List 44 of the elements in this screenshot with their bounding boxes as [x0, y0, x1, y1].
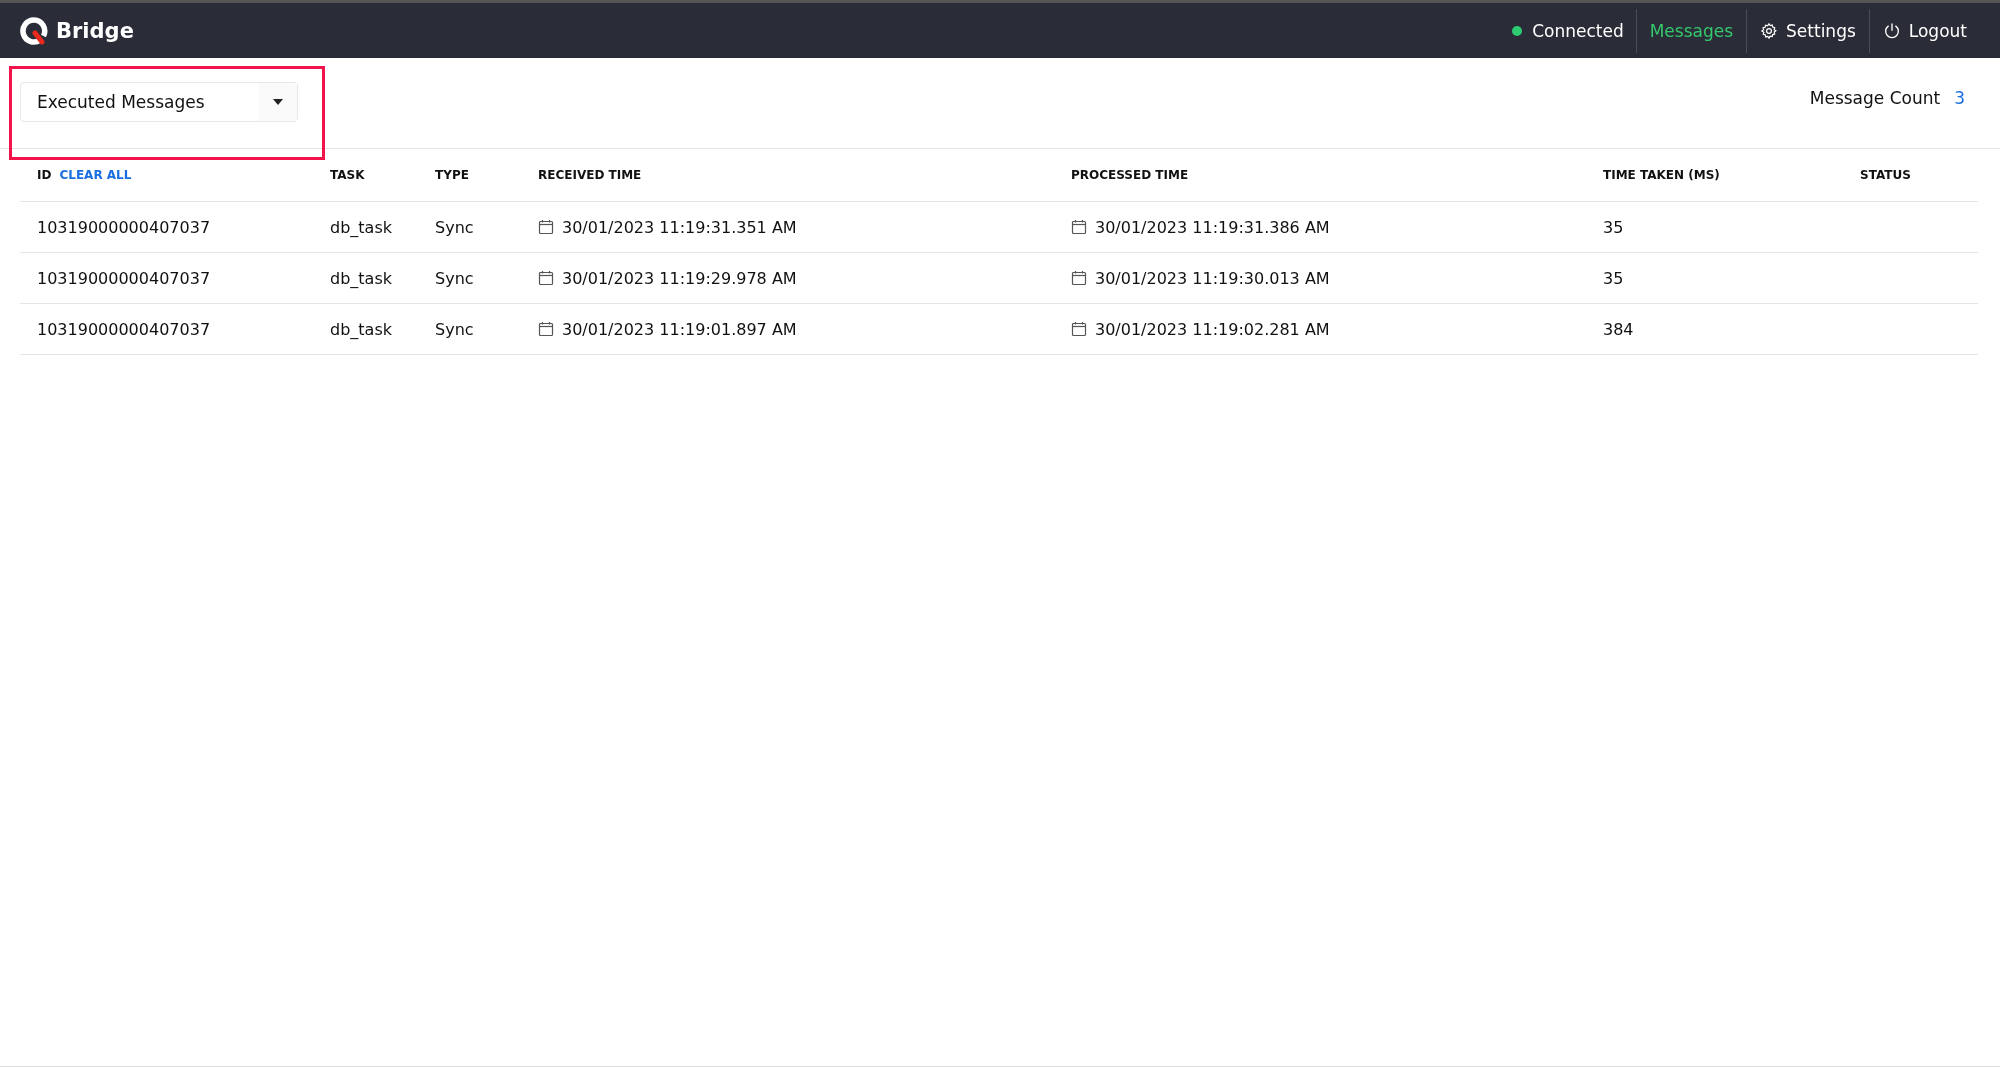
- column-header: TASK: [330, 168, 365, 182]
- table-cell: 30/01/2023 11:19:02.281 AM: [1095, 319, 1330, 339]
- logo-icon: [20, 16, 48, 45]
- table-cell: 30/01/2023 11:19:30.013 AM: [1095, 268, 1330, 288]
- calendar-icon: [1071, 219, 1087, 235]
- calendar-icon: [1071, 321, 1087, 337]
- table-cell: 30/01/2023 11:19:31.386 AM: [1095, 217, 1330, 237]
- calendar-icon: [538, 321, 554, 337]
- settings-icon: [1760, 21, 1779, 40]
- table-cell: Sync: [435, 217, 474, 237]
- table-cell: 384: [1603, 319, 1634, 339]
- column-header: RECEIVED TIME: [538, 168, 642, 182]
- nav-link[interactable]: Messages: [1635, 8, 1747, 53]
- table-cell: db_task: [330, 319, 392, 339]
- column-header: PROCESSED TIME: [1071, 168, 1189, 182]
- table-cell: 10319000000407037: [37, 319, 211, 339]
- calendar-icon: [1071, 270, 1087, 286]
- message-count-value: 3: [1954, 88, 1965, 108]
- table-cell: Sync: [435, 319, 474, 339]
- clear-all-link[interactable]: CLEAR ALL: [59, 168, 132, 182]
- caret-icon: [273, 99, 283, 105]
- table-cell: 35: [1603, 217, 1624, 237]
- nav-link[interactable]: Settings: [1746, 8, 1869, 53]
- table-cell: 30/01/2023 11:19:29.978 AM: [562, 268, 797, 288]
- table-cell: 35: [1603, 268, 1624, 288]
- table-cell: 30/01/2023 11:19:01.897 AM: [562, 319, 797, 339]
- nav-link[interactable]: Logout: [1868, 8, 1980, 53]
- table-cell: db_task: [330, 268, 392, 288]
- message-type-dropdown[interactable]: Executed Messages: [20, 82, 298, 122]
- message-count-label: Message Count: [1809, 88, 1941, 108]
- app-name: Bridge: [56, 18, 134, 43]
- table-cell: db_task: [330, 217, 392, 237]
- column-header: ID: [37, 168, 52, 182]
- connection-status: Connected: [1532, 20, 1624, 41]
- calendar-icon: [538, 270, 554, 286]
- table-cell: Sync: [435, 268, 474, 288]
- table-cell: 30/01/2023 11:19:31.351 AM: [562, 217, 797, 237]
- column-header: STATUS: [1860, 168, 1911, 182]
- table-cell: 10319000000407037: [37, 268, 211, 288]
- column-header: TIME TAKEN (MS): [1603, 168, 1720, 182]
- calendar-icon: [538, 219, 554, 235]
- column-header: TYPE: [435, 168, 469, 182]
- table-cell: 10319000000407037: [37, 217, 211, 237]
- power-icon: [1882, 21, 1901, 40]
